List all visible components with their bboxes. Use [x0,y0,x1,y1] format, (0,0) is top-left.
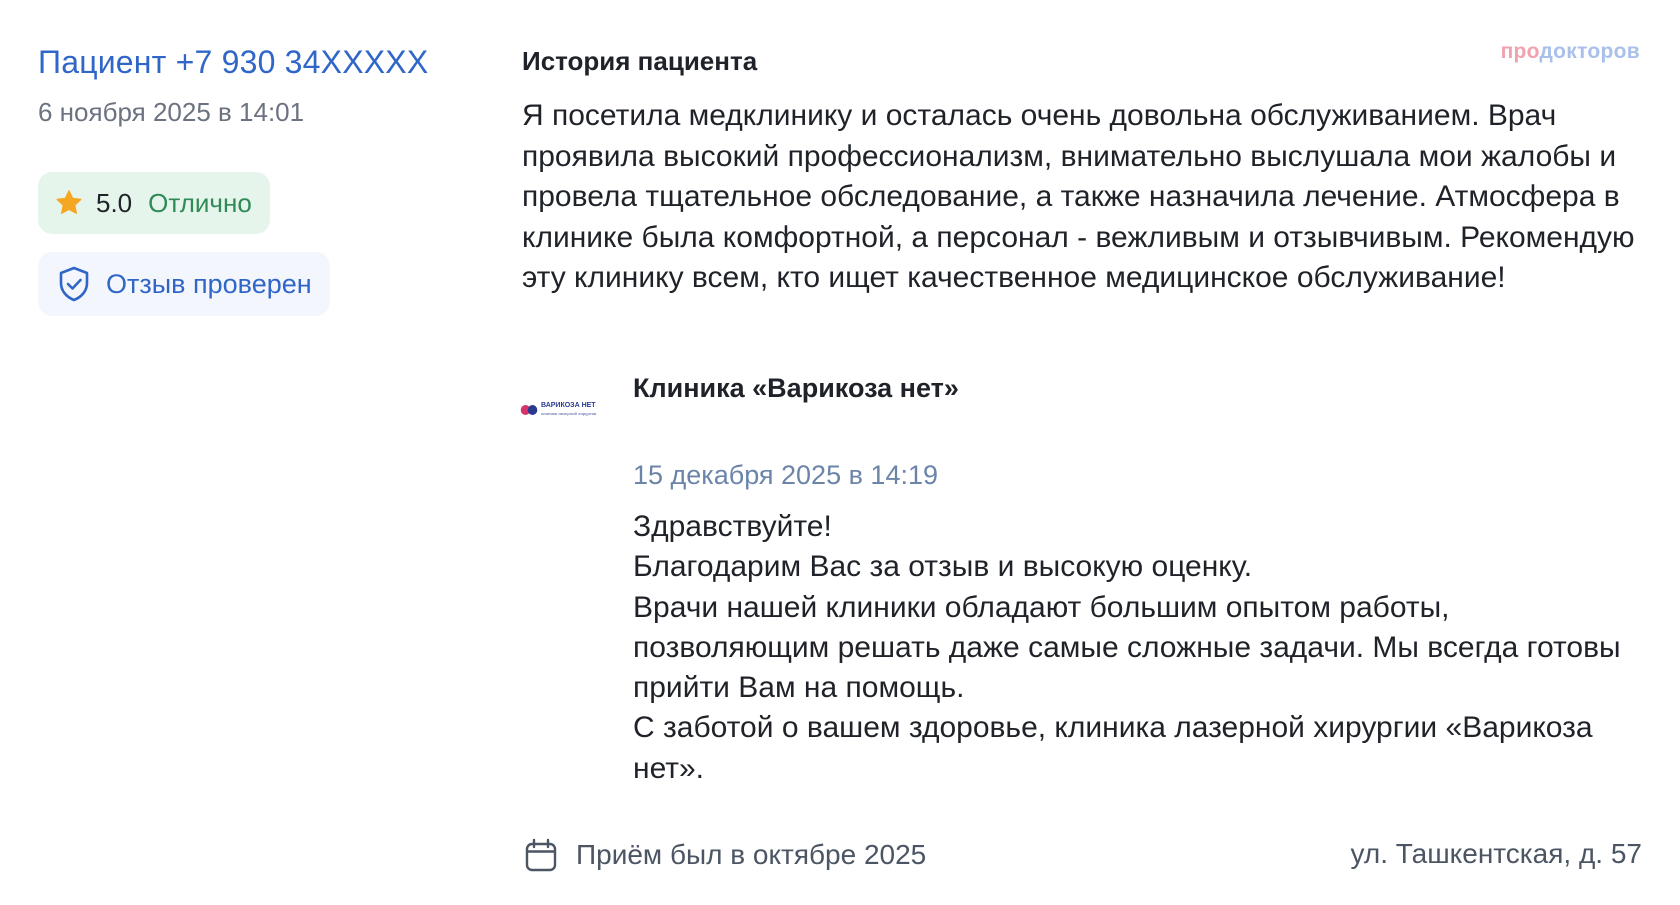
rating-badge: 5.0 Отлично [38,172,270,234]
visit-info: Приём был в октябре 2025 [522,836,926,874]
reply-line: Благодарим Вас за отзыв и высокую оценку… [633,550,1253,584]
star-icon [54,188,84,218]
reply-line: Здравствуйте! [633,510,832,543]
section-title: История пациента [522,46,758,76]
reply-date: 15 декабря 2025 в 14:19 [633,460,939,490]
rating-value: 5.0 [96,187,133,218]
rating-label: Отлично [148,187,252,218]
clinic-logo: ВАРИКОЗА НЕТ клиника лазерной хирургии [520,398,604,422]
visit-date-label: Приём был в октябре 2025 [576,839,927,870]
prodoctorov-logo[interactable]: продокторов [1501,40,1640,64]
clinic-logo-title: ВАРИКОЗА НЕТ [541,402,596,409]
reply-line: Врачи нашей клиники обладают большим опы… [633,590,1621,705]
verified-badge[interactable]: Отзыв проверен [38,252,330,316]
shield-check-icon [54,264,94,304]
reply-text: Здравствуйте! Благодарим Вас за отзыв и … [633,507,1643,789]
clinic-name[interactable]: Клиника «Варикоза нет» [633,373,959,404]
author-name[interactable]: Пациент +7 930 34XXXXX [38,44,428,81]
verified-label: Отзыв проверен [106,268,312,299]
calendar-icon [522,836,560,874]
clinic-logo-subtitle: клиника лазерной хирургии [541,411,597,416]
clinic-logo-mark-icon [520,403,538,417]
review-text: Я посетила медклинику и осталась очень д… [522,99,1635,294]
clinic-address[interactable]: ул. Ташкентская, д. 57 [1351,838,1642,870]
brand-part1: про [1500,40,1540,63]
brand-part2: докторов [1539,40,1640,63]
clinic-logo-text: ВАРИКОЗА НЕТ клиника лазерной хирургии [541,402,596,418]
reply-line: С заботой о вашем здоровье, клиника лазе… [633,711,1593,785]
review-date: 6 ноября 2025 в 14:01 [38,97,305,127]
